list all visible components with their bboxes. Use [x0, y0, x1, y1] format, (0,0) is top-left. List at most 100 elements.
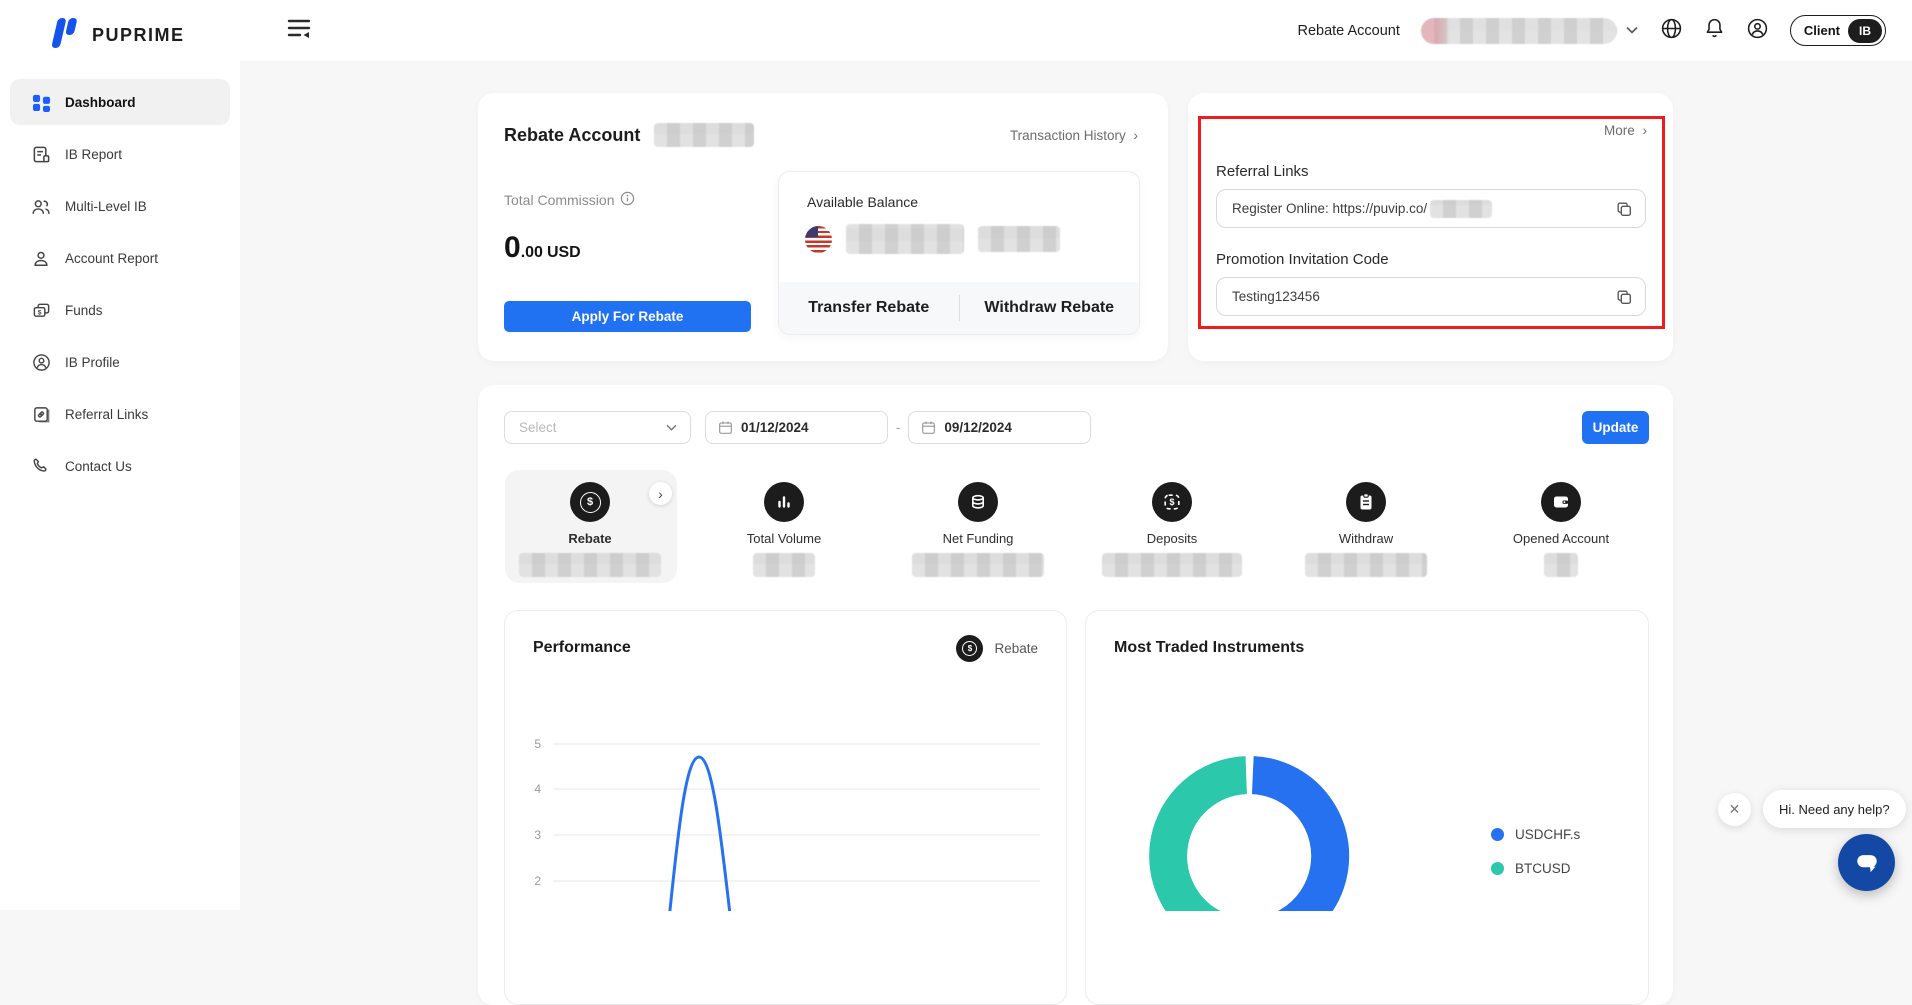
wallet-icon [1541, 482, 1581, 522]
date-from-input[interactable]: 01/12/2024 [705, 411, 888, 444]
stat-value-redacted [753, 553, 815, 577]
total-commission-amount: 0.00USD [504, 231, 581, 265]
stat-opened-account[interactable]: Opened Account [1476, 482, 1646, 582]
sidebar-item-label: IB Report [65, 147, 122, 162]
brand-name: PUPRIME [92, 25, 185, 46]
report-icon [30, 143, 52, 165]
sidebar-nav: Dashboard IB Report Multi-Level IB [0, 57, 240, 489]
coins-icon [958, 482, 998, 522]
sidebar-item-multi-level-ib[interactable]: Multi-Level IB [10, 183, 230, 229]
most-traded-card: Most Traded Instruments USDCHF.s BTCUSD [1085, 610, 1649, 1005]
withdraw-rebate-button[interactable]: Withdraw Rebate [960, 299, 1140, 317]
stat-total-volume[interactable]: Total Volume [699, 482, 869, 582]
stat-net-funding[interactable]: Net Funding [893, 482, 1063, 582]
sidebar-item-label: Account Report [65, 251, 158, 266]
sidebar-item-label: Multi-Level IB [65, 199, 147, 214]
sidebar-item-dashboard[interactable]: Dashboard [10, 79, 230, 125]
usd-flag-icon [805, 226, 832, 253]
copy-icon[interactable] [1615, 200, 1633, 218]
sidebar-item-contact-us[interactable]: Contact Us [10, 443, 230, 489]
sidebar-item-label: Contact Us [65, 459, 132, 474]
stat-value-redacted [912, 553, 1044, 577]
sidebar-item-ib-report[interactable]: IB Report [10, 131, 230, 177]
legend-dot-teal [1491, 862, 1504, 875]
apply-for-rebate-button[interactable]: Apply For Rebate [504, 301, 751, 332]
chat-close-button[interactable]: ✕ [1718, 793, 1751, 826]
info-icon[interactable] [620, 191, 635, 209]
legend-dot-blue [1491, 828, 1504, 841]
client-ib-toggle[interactable]: Client IB [1790, 15, 1886, 46]
balance-amount-redacted [846, 224, 964, 254]
dashboard-icon [30, 91, 52, 113]
sidebar-item-funds[interactable]: $ Funds [10, 287, 230, 333]
update-button[interactable]: Update [1582, 411, 1649, 444]
chevron-right-icon: › [1643, 123, 1648, 138]
copy-icon[interactable] [1615, 288, 1633, 306]
svg-text:2: 2 [534, 874, 541, 888]
person-circle-icon [30, 351, 52, 373]
dollar-circle-icon: $ [570, 482, 610, 522]
sidebar-item-referral-links[interactable]: Referral Links [10, 391, 230, 437]
chat-bubble-icon [1850, 848, 1884, 878]
calendar-icon [718, 420, 733, 435]
svg-text:5: 5 [534, 737, 541, 751]
transaction-history-link[interactable]: Transaction History › [1010, 128, 1138, 143]
date-range-separator: - [896, 420, 900, 435]
svg-text:3: 3 [534, 828, 541, 842]
stat-deposits[interactable]: $ Deposits [1087, 482, 1257, 582]
stat-value-redacted [1102, 553, 1242, 577]
chat-greeting-bubble: Hi. Need any help? [1763, 790, 1906, 828]
bar-chart-icon [764, 482, 804, 522]
sidebar-item-label: IB Profile [65, 355, 120, 370]
user-profile-icon[interactable] [1746, 17, 1769, 45]
topbar: Rebate Account Client IB [240, 0, 1912, 61]
chevron-right-icon: › [1134, 128, 1139, 143]
performance-card: Performance $ Rebate 5 4 3 2 [504, 610, 1067, 1005]
notifications-bell-icon[interactable] [1704, 17, 1725, 45]
rebate-account-id-redacted [654, 123, 754, 147]
available-balance-card: Available Balance Transfer Rebate Withdr… [778, 171, 1140, 335]
promotion-code-field[interactable]: Testing123456 [1216, 277, 1646, 316]
account-number-redacted [1421, 18, 1617, 44]
sidebar-item-label: Funds [65, 303, 103, 318]
legend-item: USDCHF.s [1491, 827, 1580, 842]
date-to-input[interactable]: 09/12/2024 [908, 411, 1091, 444]
rebate-account-selector[interactable] [1421, 18, 1639, 44]
stat-value-redacted [1544, 553, 1578, 577]
chat-launcher-button[interactable] [1838, 834, 1895, 891]
register-online-link-field[interactable]: Register Online: https://puvip.co/ [1216, 189, 1646, 228]
chevron-down-icon [665, 423, 678, 432]
instruments-donut-chart [1086, 611, 1446, 911]
calendar-icon [921, 420, 936, 435]
banknotes-icon: $ [30, 299, 52, 321]
performance-line-chart: 5 4 3 2 [505, 611, 1066, 911]
person-icon [30, 247, 52, 269]
svg-text:$: $ [1169, 497, 1174, 507]
phone-icon [30, 455, 52, 477]
sidebar-item-ib-profile[interactable]: IB Profile [10, 339, 230, 385]
people-icon [30, 195, 52, 217]
promotion-invitation-code-label: Promotion Invitation Code [1216, 251, 1389, 268]
close-icon: ✕ [1729, 801, 1741, 818]
svg-text:$: $ [37, 309, 41, 316]
referral-links-title: Referral Links [1216, 163, 1309, 180]
clipboard-icon [1346, 482, 1386, 522]
stat-rebate[interactable]: $ Rebate [505, 482, 675, 582]
available-balance-label: Available Balance [779, 172, 1139, 210]
sidebar-toggle-button[interactable] [286, 18, 312, 43]
ib-badge: IB [1848, 19, 1882, 43]
stat-value-redacted [1305, 553, 1427, 577]
referral-links-card: More › Referral Links Register Online: h… [1188, 93, 1673, 361]
transfer-rebate-button[interactable]: Transfer Rebate [779, 299, 959, 317]
sidebar: PUPRIME Dashboard IB Report [0, 0, 240, 910]
stat-withdraw[interactable]: Withdraw [1281, 482, 1451, 582]
sidebar-item-account-report[interactable]: Account Report [10, 235, 230, 281]
instruments-legend: USDCHF.s BTCUSD [1491, 827, 1580, 895]
globe-icon[interactable] [1660, 17, 1683, 45]
filter-select-dropdown[interactable]: Select [504, 411, 691, 444]
dollar-dashed-square-icon: $ [1152, 482, 1192, 522]
rebate-account-card: Rebate Account Transaction History › Tot… [478, 93, 1168, 361]
more-link[interactable]: More › [1604, 123, 1647, 138]
sidebar-item-label: Referral Links [65, 407, 148, 422]
stat-value-redacted [519, 553, 661, 577]
